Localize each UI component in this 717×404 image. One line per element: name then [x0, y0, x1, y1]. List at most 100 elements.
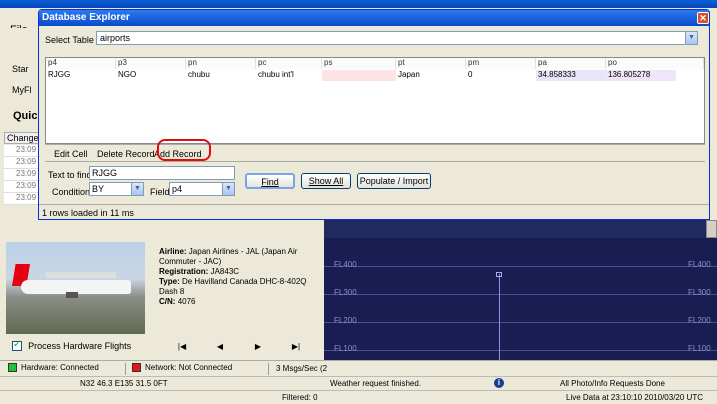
text-to-find-label: Text to find — [48, 170, 92, 180]
table-cell[interactable]: chubu — [186, 70, 256, 81]
type-line-2: Dash 8 — [159, 287, 185, 296]
hardware-status: Hardware: Connected — [8, 363, 99, 373]
fl-gridline — [324, 322, 717, 323]
cursor-coordinates: N32 46.3 E135 31.5 0FT — [80, 379, 168, 388]
column-header[interactable]: pc — [256, 58, 322, 69]
table-cell[interactable]: 34.858333 — [536, 70, 606, 81]
status-divider — [268, 363, 269, 375]
photo-request-status: All Photo/Info Requests Done — [560, 379, 665, 388]
column-header[interactable]: pm — [466, 58, 536, 69]
show-all-button[interactable]: Show All — [301, 173, 351, 189]
network-status-icon — [132, 363, 141, 373]
plane-wing-shape — [46, 272, 116, 278]
chevron-down-icon[interactable]: ▼ — [222, 183, 234, 195]
dialog-status-bar: 1 rows loaded in 11 ms — [39, 204, 709, 219]
record-actions-bar: Edit Cell Delete Record Add Record — [45, 139, 705, 162]
airline-line-2: Commuter - JAC) — [159, 257, 222, 266]
fl-gridline — [324, 350, 717, 351]
rows-loaded-status: 1 rows loaded in 11 ms — [42, 208, 134, 218]
last-photo-button[interactable]: ▶| — [289, 342, 303, 351]
filtered-count: Filtered: 0 — [282, 393, 318, 402]
hardware-status-icon — [8, 363, 17, 373]
dialog-title: Database Explorer — [42, 12, 130, 23]
app-menubar: File — [0, 8, 42, 36]
fl-label-left: FL100 — [334, 344, 357, 353]
radar-map-strip[interactable] — [324, 220, 717, 238]
select-table-value: airports — [100, 33, 131, 43]
field-dropdown[interactable]: p4 ▼ — [169, 182, 235, 196]
fl-label-right: FL300 — [688, 288, 711, 297]
select-table-dropdown[interactable]: airports ▼ — [96, 31, 698, 45]
fl-label-left: FL200 — [334, 316, 357, 325]
column-header[interactable]: p4 — [46, 58, 116, 69]
airline-line: Airline: Japan Airlines - JAL (Japan Air — [159, 247, 298, 256]
connection-status-bar: Hardware: Connected Network: Not Connect… — [0, 360, 717, 376]
aircraft-altitude-stalk — [499, 274, 500, 360]
altitude-profile[interactable]: FL400 FL300 FL200 FL100 FL400 FL300 FL20… — [324, 238, 717, 360]
field-label: Field — [150, 187, 170, 197]
chevron-down-icon[interactable]: ▼ — [131, 183, 143, 195]
chevron-down-icon[interactable]: ▼ — [685, 32, 697, 44]
first-photo-button[interactable]: |◀ — [175, 342, 189, 351]
table-cell[interactable]: RJGG — [46, 70, 116, 81]
populate-import-button[interactable]: Populate / Import — [357, 173, 431, 189]
column-header[interactable]: ps — [322, 58, 396, 69]
select-table-label: Select Table — [45, 35, 94, 45]
aircraft-photo[interactable] — [6, 242, 145, 334]
myflights-tab[interactable]: MyFl — [12, 85, 32, 95]
condition-dropdown[interactable]: BY ▼ — [89, 182, 144, 196]
table-cell[interactable]: 136.805278 — [606, 70, 676, 81]
column-header[interactable]: p3 — [116, 58, 186, 69]
fl-gridline — [324, 294, 717, 295]
previous-photo-button[interactable]: ◀ — [213, 342, 227, 351]
scrollbar-arrow[interactable] — [706, 220, 717, 238]
log-row[interactable]: 23:09 — [4, 181, 40, 193]
field-value: p4 — [172, 184, 183, 194]
close-icon[interactable]: ✕ — [697, 12, 709, 24]
fl-gridline — [324, 266, 717, 267]
network-status: Network: Not Connected — [132, 363, 232, 373]
type-line: Type: De Havilland Canada DHC-8-402Q — [159, 277, 307, 286]
column-header[interactable]: po — [606, 58, 704, 69]
info-status-bar: N32 46.3 E135 31.5 0FT Weather request f… — [0, 376, 717, 390]
database-explorer-dialog: Database Explorer ✕ Select Table airport… — [38, 9, 710, 220]
find-button[interactable]: Find — [245, 173, 295, 189]
log-column-header: Change — [4, 132, 40, 144]
process-hardware-flights-checkbox[interactable]: Process Hardware Flights — [12, 339, 312, 356]
weather-status: Weather request finished. — [330, 379, 422, 388]
aircraft-altitude-marker[interactable] — [496, 272, 502, 277]
log-row[interactable]: 23:09 — [4, 145, 40, 157]
table-cell[interactable]: NGO — [116, 70, 186, 81]
edit-cell-button[interactable]: Edit Cell — [54, 149, 88, 159]
fl-label-right: FL400 — [688, 260, 711, 269]
message-rate: 3 Msgs/Sec (2 — [276, 364, 328, 373]
app-title-bar — [0, 0, 717, 8]
info-icon[interactable]: i — [494, 378, 504, 388]
condition-value: BY — [92, 184, 105, 194]
plane-engine-shape — [66, 292, 78, 298]
status-divider — [125, 363, 126, 375]
log-row[interactable]: 23:09 — [4, 193, 40, 205]
records-grid[interactable]: p4 p3 pn pc ps pt pm pa po RJGG NGO chub… — [45, 57, 705, 144]
column-header[interactable]: pt — [396, 58, 466, 69]
log-row[interactable]: 23:09 — [4, 169, 40, 181]
radarbox-window: File Star MyFl Quick Change 23:09 23:09 … — [0, 0, 717, 404]
fl-label-left: FL400 — [334, 260, 357, 269]
table-cell[interactable] — [322, 70, 396, 81]
dialog-title-bar[interactable]: Database Explorer — [39, 10, 709, 26]
next-photo-button[interactable]: ▶ — [251, 342, 265, 351]
table-cell[interactable]: chubu int'l — [256, 70, 322, 81]
live-data-time: Live Data at 23:10:10 2010/03/20 UTC — [566, 393, 703, 402]
text-to-find-input[interactable]: RJGG — [89, 166, 235, 180]
bottom-status-bar: Filtered: 0 Live Data at 23:10:10 2010/0… — [0, 390, 717, 404]
fl-label-right: FL200 — [688, 316, 711, 325]
column-header[interactable]: pa — [536, 58, 606, 69]
column-header[interactable]: pn — [186, 58, 256, 69]
table-cell[interactable]: Japan — [396, 70, 466, 81]
checkbox-checked-icon[interactable] — [12, 339, 22, 352]
delete-record-button[interactable]: Delete Record — [97, 149, 155, 159]
start-button[interactable]: Star — [12, 64, 29, 74]
cn-line: C/N: 4076 — [159, 297, 196, 306]
log-row[interactable]: 23:09 — [4, 157, 40, 169]
table-cell[interactable]: 0 — [466, 70, 536, 81]
